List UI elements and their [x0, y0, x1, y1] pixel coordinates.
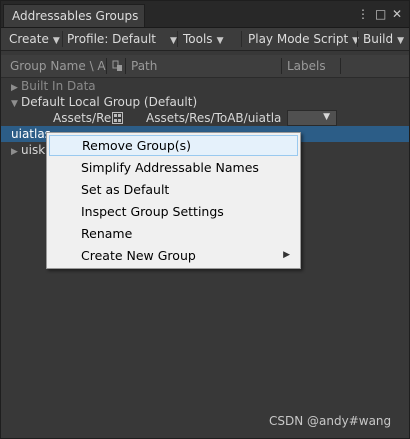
chevron-down-icon: ▼ — [323, 112, 330, 122]
sprite-atlas-icon — [112, 112, 123, 124]
column-header: Group Name \ Ad Path Labels — [1, 55, 409, 78]
chevron-down-icon: ▼ — [170, 36, 177, 46]
list-item-default-local-group[interactable]: ▼ Default Local Group (Default) — [1, 94, 409, 110]
menu-item-set-as-default[interactable]: Set as Default — [49, 179, 298, 200]
column-group-name[interactable]: Group Name \ Ad — [1, 55, 107, 77]
watermark: CSDN @andy#wang — [269, 414, 392, 428]
create-dropdown[interactable]: Create ▼ — [5, 30, 64, 48]
play-mode-script-dropdown[interactable]: Play Mode Script ▼ — [244, 30, 363, 48]
context-menu: Remove Group(s) Simplify Addressable Nam… — [46, 132, 301, 269]
menu-item-simplify-names[interactable]: Simplify Addressable Names — [49, 157, 298, 178]
submenu-arrow-icon: ▶ — [283, 250, 290, 260]
column-labels[interactable]: Labels — [278, 55, 340, 77]
toolbar-divider — [177, 31, 178, 47]
tools-dropdown[interactable]: Tools ▼ — [179, 30, 227, 48]
profile-label: Profile: Default — [67, 32, 157, 46]
play-mode-script-label: Play Mode Script — [248, 32, 349, 46]
build-label: Build — [363, 32, 394, 46]
maximize-icon[interactable]: □ — [375, 7, 386, 21]
menu-item-rename[interactable]: Rename — [49, 223, 298, 244]
group-label: Built In Data — [21, 79, 96, 93]
column-path[interactable]: Path — [122, 55, 282, 77]
column-divider[interactable] — [340, 58, 341, 74]
profile-dropdown[interactable]: Profile: Default ▼ — [63, 30, 181, 48]
group-label: uiatlas — [11, 127, 51, 141]
menu-item-remove-groups[interactable]: Remove Group(s) — [49, 135, 298, 156]
labels-dropdown[interactable]: ▼ — [287, 110, 337, 126]
group-label: Default Local Group (Default) — [21, 95, 198, 109]
menu-item-inspect-group-settings[interactable]: Inspect Group Settings — [49, 201, 298, 222]
tab-addressables-groups[interactable]: Addressables Groups — [3, 4, 145, 27]
tab-bar: Addressables Groups ⋮ □ ✕ — [1, 1, 409, 28]
create-label: Create — [9, 32, 49, 46]
group-label: uisk — [21, 143, 46, 157]
entry-path: Assets/Res/ToAB/uiatlas — [146, 111, 282, 125]
toolbar-divider — [357, 31, 358, 47]
entry-address: Assets/Re — [53, 111, 112, 125]
more-menu-icon[interactable]: ⋮ — [357, 7, 369, 21]
fold-arrow-icon[interactable]: ▶ — [11, 144, 21, 160]
menu-item-label: Create New Group — [81, 248, 196, 263]
toolbar-divider — [241, 31, 242, 47]
close-icon[interactable]: ✕ — [392, 7, 402, 21]
toolbar: Create ▼ Profile: Default ▼ Tools ▼ Play Mo… — [1, 28, 409, 51]
chevron-down-icon: ▼ — [397, 36, 405, 46]
tools-label: Tools — [183, 32, 213, 46]
list-item-built-in-data[interactable]: ▶ Built In Data — [1, 78, 409, 94]
menu-item-create-new-group[interactable]: Create New Group ▶ — [49, 245, 298, 266]
addressables-groups-window: Addressables Groups ⋮ □ ✕ Create ▼ Profil… — [0, 0, 410, 439]
list-item-entry[interactable]: Assets/Re Assets/Res/ToAB/uiatlas — [1, 110, 409, 126]
column-divider[interactable] — [106, 58, 107, 74]
chevron-down-icon: ▼ — [216, 36, 224, 46]
build-dropdown[interactable]: Build ▼ — [359, 30, 408, 48]
chevron-down-icon: ▼ — [52, 36, 60, 46]
